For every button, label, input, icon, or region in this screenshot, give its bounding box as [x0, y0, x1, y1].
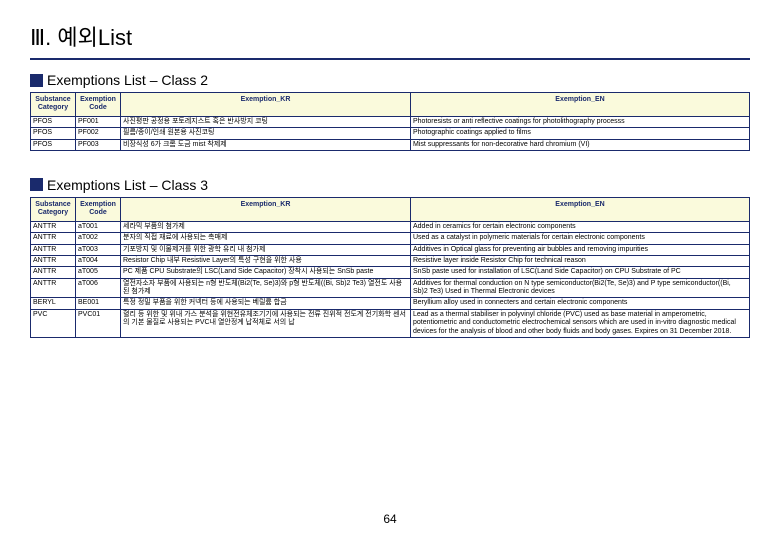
cell-category: ANTTR	[31, 244, 76, 255]
table-row: PVCPVC01혈리 등 위한 및 위내 가스 분석을 위현전유체조기기에 사용…	[31, 309, 750, 337]
cell-en: Photoresists or anti reflective coatings…	[411, 116, 750, 127]
table-row: ANTTRaT005PC 제품 CPU Substrate의 LSC(Land …	[31, 267, 750, 278]
table-row: ANTTRaT006열전자소자 부품에 사용되는 n형 반도체(Bi2(Te, …	[31, 278, 750, 298]
table-row: BERYLBE001특정 정밀 부품을 위한 커넥터 등에 사용되는 베릴륨 합…	[31, 298, 750, 309]
cell-code: aT006	[76, 278, 121, 298]
th-category: Substance Category	[31, 93, 76, 117]
cell-en: Photographic coatings applied to films	[411, 128, 750, 139]
table-row: ANTTRaT002분자의 직접 재료에 사용되는 촉매제Used as a c…	[31, 233, 750, 244]
cell-category: PVC	[31, 309, 76, 337]
cell-kr: 혈리 등 위한 및 위내 가스 분석을 위현전유체조기기에 사용되는 전류 진위…	[121, 309, 411, 337]
cell-kr: Resistor Chip 내부 Resistive Layer의 특성 구현을…	[121, 255, 411, 266]
cell-kr: 사진평판 공정용 포토레지스트 혹은 반사방지 코팅	[121, 116, 411, 127]
cell-kr: 열전자소자 부품에 사용되는 n형 반도체(Bi2(Te, Se)3)와 p형 …	[121, 278, 411, 298]
cell-en: Added in ceramics for certain electronic…	[411, 221, 750, 232]
cell-en: SnSb paste used for installation of LSC(…	[411, 267, 750, 278]
th-en: Exemption_EN	[411, 197, 750, 221]
th-code: Exemption Code	[76, 197, 121, 221]
page-number: 64	[0, 512, 780, 526]
cell-category: PFOS	[31, 128, 76, 139]
cell-category: PFOS	[31, 139, 76, 150]
cell-category: ANTTR	[31, 278, 76, 298]
cell-en: Beryllium alloy used in connecters and c…	[411, 298, 750, 309]
page-title: Ⅲ. 예외List	[30, 20, 750, 52]
th-kr: Exemption_KR	[121, 93, 411, 117]
cell-kr: 특정 정밀 부품을 위한 커넥터 등에 사용되는 베릴륨 합금	[121, 298, 411, 309]
title-rule	[30, 58, 750, 60]
cell-en: Resistive layer inside Resistor Chip for…	[411, 255, 750, 266]
table-row: PFOSPF002필름/종이/인쇄 원본용 사진코팅Photographic c…	[31, 128, 750, 139]
section-title-text: Exemptions List – Class 3	[47, 177, 208, 193]
cell-code: aT003	[76, 244, 121, 255]
cell-code: aT005	[76, 267, 121, 278]
cell-category: ANTTR	[31, 233, 76, 244]
section-class2-title: Exemptions List – Class 2	[30, 72, 750, 88]
section-title-text: Exemptions List – Class 2	[47, 72, 208, 88]
cell-category: ANTTR	[31, 255, 76, 266]
exemptions-table-class2: Substance Category Exemption Code Exempt…	[30, 92, 750, 151]
exemptions-table-class3: Substance Category Exemption Code Exempt…	[30, 197, 750, 338]
th-kr: Exemption_KR	[121, 197, 411, 221]
cell-en: Used as a catalyst in polymeric material…	[411, 233, 750, 244]
cell-kr: 필름/종이/인쇄 원본용 사진코팅	[121, 128, 411, 139]
cell-code: PF001	[76, 116, 121, 127]
cell-kr: 기포방지 및 이물제거를 위한 광학 유리 내 첨가제	[121, 244, 411, 255]
cell-kr: PC 제품 CPU Substrate의 LSC(Land Side Capac…	[121, 267, 411, 278]
cell-code: PVC01	[76, 309, 121, 337]
table-row: ANTTRaT003기포방지 및 이물제거를 위한 광학 유리 내 첨가제Add…	[31, 244, 750, 255]
cell-code: PF003	[76, 139, 121, 150]
table-row: ANTTRaT004Resistor Chip 내부 Resistive Lay…	[31, 255, 750, 266]
cell-kr: 분자의 직접 재료에 사용되는 촉매제	[121, 233, 411, 244]
table-row: PFOSPF003비장식성 6가 크롬 도금 mist 착제제Mist supp…	[31, 139, 750, 150]
cell-category: PFOS	[31, 116, 76, 127]
cell-kr: 비장식성 6가 크롬 도금 mist 착제제	[121, 139, 411, 150]
cell-category: ANTTR	[31, 267, 76, 278]
cell-code: BE001	[76, 298, 121, 309]
cell-category: ANTTR	[31, 221, 76, 232]
cell-code: aT004	[76, 255, 121, 266]
cell-code: PF002	[76, 128, 121, 139]
th-category: Substance Category	[31, 197, 76, 221]
cell-category: BERYL	[31, 298, 76, 309]
table-row: ANTTRaT001세라믹 부품의 첨가제Added in ceramics f…	[31, 221, 750, 232]
cell-en: Additives in Optical glass for preventin…	[411, 244, 750, 255]
bullet-icon	[30, 74, 43, 87]
cell-code: aT002	[76, 233, 121, 244]
cell-en: Mist suppressants for non-decorative har…	[411, 139, 750, 150]
th-code: Exemption Code	[76, 93, 121, 117]
cell-kr: 세라믹 부품의 첨가제	[121, 221, 411, 232]
section-class3-title: Exemptions List – Class 3	[30, 177, 750, 193]
bullet-icon	[30, 178, 43, 191]
th-en: Exemption_EN	[411, 93, 750, 117]
cell-en: Additives for thermal conduction on N ty…	[411, 278, 750, 298]
cell-en: Lead as a thermal stabiliser in polyviny…	[411, 309, 750, 337]
table-row: PFOSPF001사진평판 공정용 포토레지스트 혹은 반사방지 코팅Photo…	[31, 116, 750, 127]
cell-code: aT001	[76, 221, 121, 232]
